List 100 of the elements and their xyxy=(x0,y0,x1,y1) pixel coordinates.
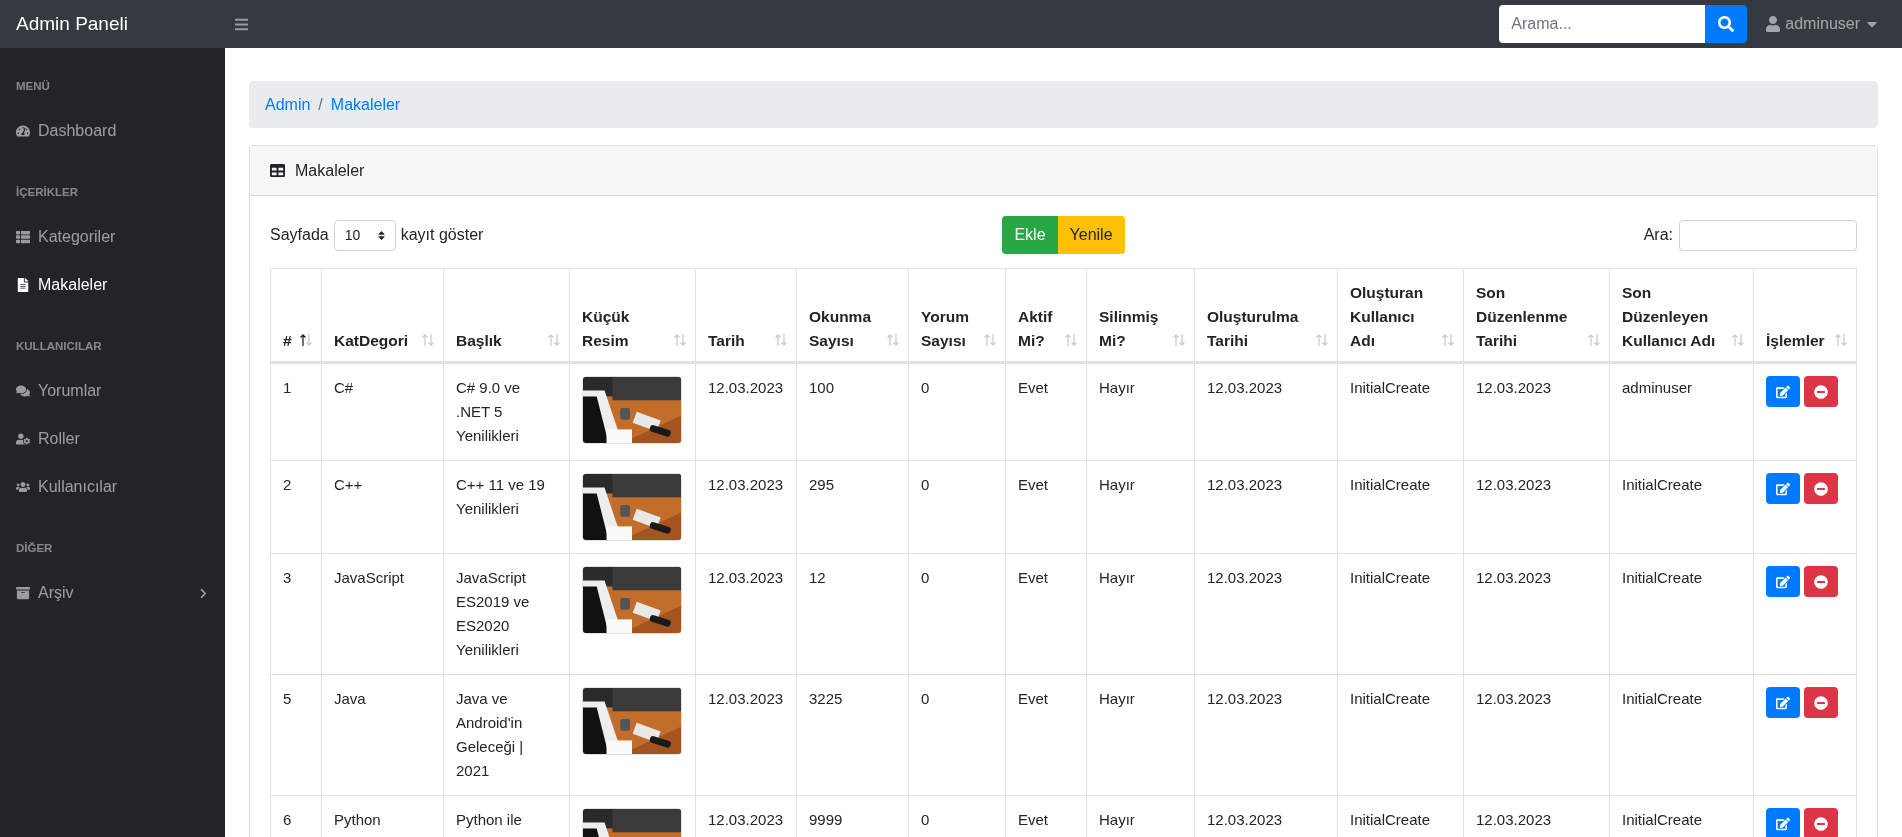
table-cell: 295 xyxy=(796,460,909,554)
chevron-icon xyxy=(198,587,209,599)
column-header[interactable]: Tarih xyxy=(708,329,766,353)
table-cell: Java ve Android'in Geleceği | 2021 xyxy=(443,674,570,796)
sidebar-item[interactable]: Roller xyxy=(0,415,225,463)
sidebar-heading: KULLANICILAR xyxy=(15,339,103,353)
table-cell: 3225 xyxy=(796,674,909,796)
edit-icon xyxy=(1776,695,1790,710)
table-cell: InitialCreate xyxy=(1609,553,1754,675)
table-cell: Evet xyxy=(1005,674,1087,796)
sidebar-item[interactable]: Kullanıcılar xyxy=(0,463,225,511)
length-label: Sayfada xyxy=(270,226,329,244)
table-cell: InitialCreate xyxy=(1337,460,1464,554)
column-header[interactable]: İşlemler xyxy=(1766,329,1826,353)
user-menu[interactable]: adminuser xyxy=(1765,15,1880,33)
menu-icon[interactable] xyxy=(234,16,249,32)
card-title: Makaleler xyxy=(295,161,365,180)
edit-icon xyxy=(1776,816,1790,831)
edit-button[interactable] xyxy=(1766,566,1800,597)
sidebar-heading: DİĞER xyxy=(15,541,54,555)
page-size-select[interactable]: 10 xyxy=(333,219,396,251)
breadcrumb-separator: / xyxy=(318,95,323,114)
delete-button[interactable] xyxy=(1804,687,1838,718)
sidebar-item[interactable]: Makaleler xyxy=(0,261,225,309)
table-cell: 12.03.2023 xyxy=(695,362,797,461)
edit-icon xyxy=(1776,384,1790,399)
comments-icon xyxy=(16,384,30,398)
edit-icon xyxy=(1776,481,1790,496)
table-cell: 12.03.2023 xyxy=(1194,674,1338,796)
table-cell: 12.03.2023 xyxy=(1463,674,1610,796)
table-cell: 6 xyxy=(270,795,322,837)
table-cell: C++ 11 ve 19 Yenilikleri xyxy=(443,460,570,554)
sidebar-heading: İÇERİKLER xyxy=(15,185,79,199)
column-header[interactable]: # xyxy=(283,329,291,353)
table-cell: 3 xyxy=(270,553,322,675)
sidebar-item[interactable]: Dashboard xyxy=(0,107,225,155)
sort-icon[interactable] xyxy=(299,333,313,347)
column-header[interactable]: KatDegori xyxy=(334,329,413,353)
table-cell: 12 xyxy=(796,553,909,675)
edit-button[interactable] xyxy=(1766,376,1800,407)
table-cell: 12.03.2023 xyxy=(1194,362,1338,461)
table-cell: Hayır xyxy=(1086,460,1195,554)
table-cell: C# 9.0 ve .NET 5 Yenilikleri xyxy=(443,362,570,461)
list-icon xyxy=(16,230,30,244)
filter-label: Ara: xyxy=(1643,226,1673,244)
brand-title[interactable]: Admin Paneli xyxy=(0,13,225,35)
table-cell: Evet xyxy=(1005,460,1087,554)
delete-button[interactable] xyxy=(1804,376,1838,407)
table-cell: 12.03.2023 xyxy=(695,460,797,554)
table-cell: Hayır xyxy=(1086,362,1195,461)
table-cell: Hayır xyxy=(1086,674,1195,796)
table-cell: InitialCreate xyxy=(1609,674,1754,796)
search-icon xyxy=(1718,16,1735,32)
table-cell: InitialCreate xyxy=(1337,362,1464,461)
delete-button[interactable] xyxy=(1804,566,1838,597)
column-header[interactable]: Başlık xyxy=(456,329,539,353)
table-cell: 12.03.2023 xyxy=(1463,362,1610,461)
table-cell: JavaScript xyxy=(321,553,444,675)
length-label: kayıt göster xyxy=(400,226,484,244)
table-cell: 0 xyxy=(908,460,1006,554)
sidebar-item[interactable]: Arşiv xyxy=(0,569,225,617)
table-cell: 0 xyxy=(908,674,1006,796)
table-cell: 100 xyxy=(796,362,909,461)
archive-icon xyxy=(16,586,30,600)
search-field[interactable]: Arama... xyxy=(1499,5,1706,43)
table-cell: adminuser xyxy=(1609,362,1754,461)
users-icon xyxy=(16,480,30,494)
table-cell: 2 xyxy=(270,460,322,554)
table-cell: Java xyxy=(321,674,444,796)
sidebar-item[interactable]: Kategoriler xyxy=(0,213,225,261)
table-cell: 12.03.2023 xyxy=(1194,553,1338,675)
edit-button[interactable] xyxy=(1766,687,1800,718)
table-cell: 12.03.2023 xyxy=(1463,553,1610,675)
table-cell: 0 xyxy=(908,553,1006,675)
table-cell: Evet xyxy=(1005,553,1087,675)
table-cell: 0 xyxy=(908,362,1006,461)
table-cell: C# xyxy=(321,362,444,461)
table-cell: InitialCreate xyxy=(1337,674,1464,796)
refresh-button[interactable]: Yenile xyxy=(1057,216,1125,254)
table-icon xyxy=(270,163,285,178)
search-button[interactable] xyxy=(1705,5,1748,43)
edit-button[interactable] xyxy=(1766,808,1800,837)
user-gear-icon xyxy=(16,432,30,446)
table-cell: C++ xyxy=(321,460,444,554)
user-icon xyxy=(1765,16,1782,32)
sidebar-item[interactable]: Yorumlar xyxy=(0,367,225,415)
table-cell: 5 xyxy=(270,674,322,796)
table-cell: Evet xyxy=(1005,362,1087,461)
delete-button[interactable] xyxy=(1804,473,1838,504)
delete-button[interactable] xyxy=(1804,808,1838,837)
filter-field[interactable] xyxy=(1679,219,1857,251)
edit-button[interactable] xyxy=(1766,473,1800,504)
table-cell: 12.03.2023 xyxy=(695,674,797,796)
document-icon xyxy=(16,278,30,292)
sidebar-heading: MENÜ xyxy=(15,79,51,93)
table-cell: 12.03.2023 xyxy=(1194,460,1338,554)
table-cell: 12.03.2023 xyxy=(1463,460,1610,554)
table-cell: 12.03.2023 xyxy=(695,553,797,675)
table-cell: Hayır xyxy=(1086,553,1195,675)
table-cell: 1 xyxy=(270,362,322,461)
